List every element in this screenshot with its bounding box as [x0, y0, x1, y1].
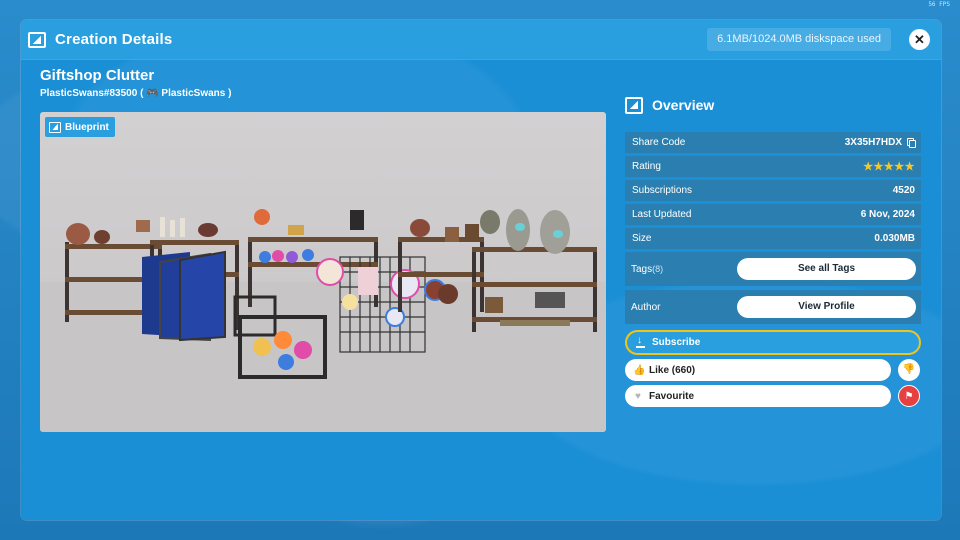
creation-author: PlasticSwans#83500 ( 🎮 PlasticSwans ) [40, 88, 232, 99]
info-row-size: Size 0.030MB [625, 228, 921, 249]
close-button[interactable]: ✕ [909, 29, 930, 50]
modal-title: Creation Details [55, 31, 173, 48]
report-button[interactable]: ⚑ [898, 385, 920, 407]
view-profile-button[interactable]: View Profile [737, 296, 916, 318]
creation-preview-image: Blueprint [40, 112, 606, 432]
modal-header: Creation Details 6.1MB/1024.0MB diskspac… [21, 20, 941, 60]
preview-scene [40, 209, 606, 432]
subscribe-button[interactable]: Subscribe [625, 330, 921, 355]
like-row: 👍 Like (660) 👎 [625, 359, 921, 381]
overview-title: Overview [652, 97, 715, 113]
info-row-rating: Rating ★★★★★ [625, 156, 921, 177]
size-value: 0.030MB [874, 233, 915, 244]
share-code-label: Share Code [632, 137, 686, 148]
disk-usage-badge: 6.1MB/1024.0MB diskspace used [707, 28, 891, 51]
size-label: Size [632, 233, 652, 244]
info-rows: Share Code 3X35H7HDX Rating ★★★★★ Subscr… [625, 132, 921, 324]
info-row-subscriptions: Subscriptions 4520 [625, 180, 921, 201]
favourite-label: Favourite [649, 390, 695, 402]
author-label: Author [631, 301, 661, 313]
info-row-share-code: Share Code 3X35H7HDX [625, 132, 921, 153]
tags-label: Tags [631, 263, 653, 275]
favourite-row: ♥ Favourite ⚑ [625, 385, 921, 407]
blueprint-tag-label: Blueprint [65, 121, 109, 133]
download-icon [636, 335, 646, 348]
last-updated-label: Last Updated [632, 209, 692, 220]
rating-stars: ★★★★★ [863, 161, 915, 173]
blueprint-icon [49, 121, 61, 133]
info-row-last-updated: Last Updated 6 Nov, 2024 [625, 204, 921, 225]
tags-count: (8) [652, 263, 664, 274]
overview-header: Overview [625, 90, 921, 120]
share-code-value: 3X35H7HDX [844, 137, 902, 148]
heart-icon: ♥ [635, 390, 641, 402]
favourite-button[interactable]: ♥ Favourite [625, 385, 891, 407]
thumbs-up-icon: 👍 [633, 364, 646, 376]
subscriptions-label: Subscriptions [632, 185, 693, 196]
rating-label: Rating [632, 161, 661, 172]
modal-body: Giftshop Clutter PlasticSwans#83500 ( 🎮 … [21, 60, 941, 520]
subscribe-label: Subscribe [652, 337, 701, 348]
blueprint-logo-icon [28, 31, 46, 48]
copy-icon[interactable] [907, 138, 916, 148]
author-row: Author View Profile [625, 290, 921, 324]
subscriptions-value: 4520 [892, 185, 915, 196]
flag-icon: ⚑ [904, 391, 914, 402]
tags-row: Tags(8) See all Tags [625, 252, 921, 286]
overview-logo-icon [625, 96, 643, 114]
creation-details-modal: Creation Details 6.1MB/1024.0MB diskspac… [21, 20, 941, 520]
creation-title: Giftshop Clutter [40, 67, 155, 84]
blueprint-tag: Blueprint [45, 117, 115, 137]
see-all-tags-button[interactable]: See all Tags [737, 258, 916, 280]
like-button[interactable]: 👍 Like (660) [625, 359, 891, 381]
thumbs-down-icon: 👎 [902, 364, 916, 375]
dislike-button[interactable]: 👎 [898, 359, 920, 381]
like-label: Like (660) [649, 364, 696, 376]
overview-panel: Overview Share Code 3X35H7HDX Rating ★★★… [625, 90, 921, 407]
fps-counter: 56 FPS [928, 1, 950, 8]
last-updated-value: 6 Nov, 2024 [860, 209, 915, 220]
